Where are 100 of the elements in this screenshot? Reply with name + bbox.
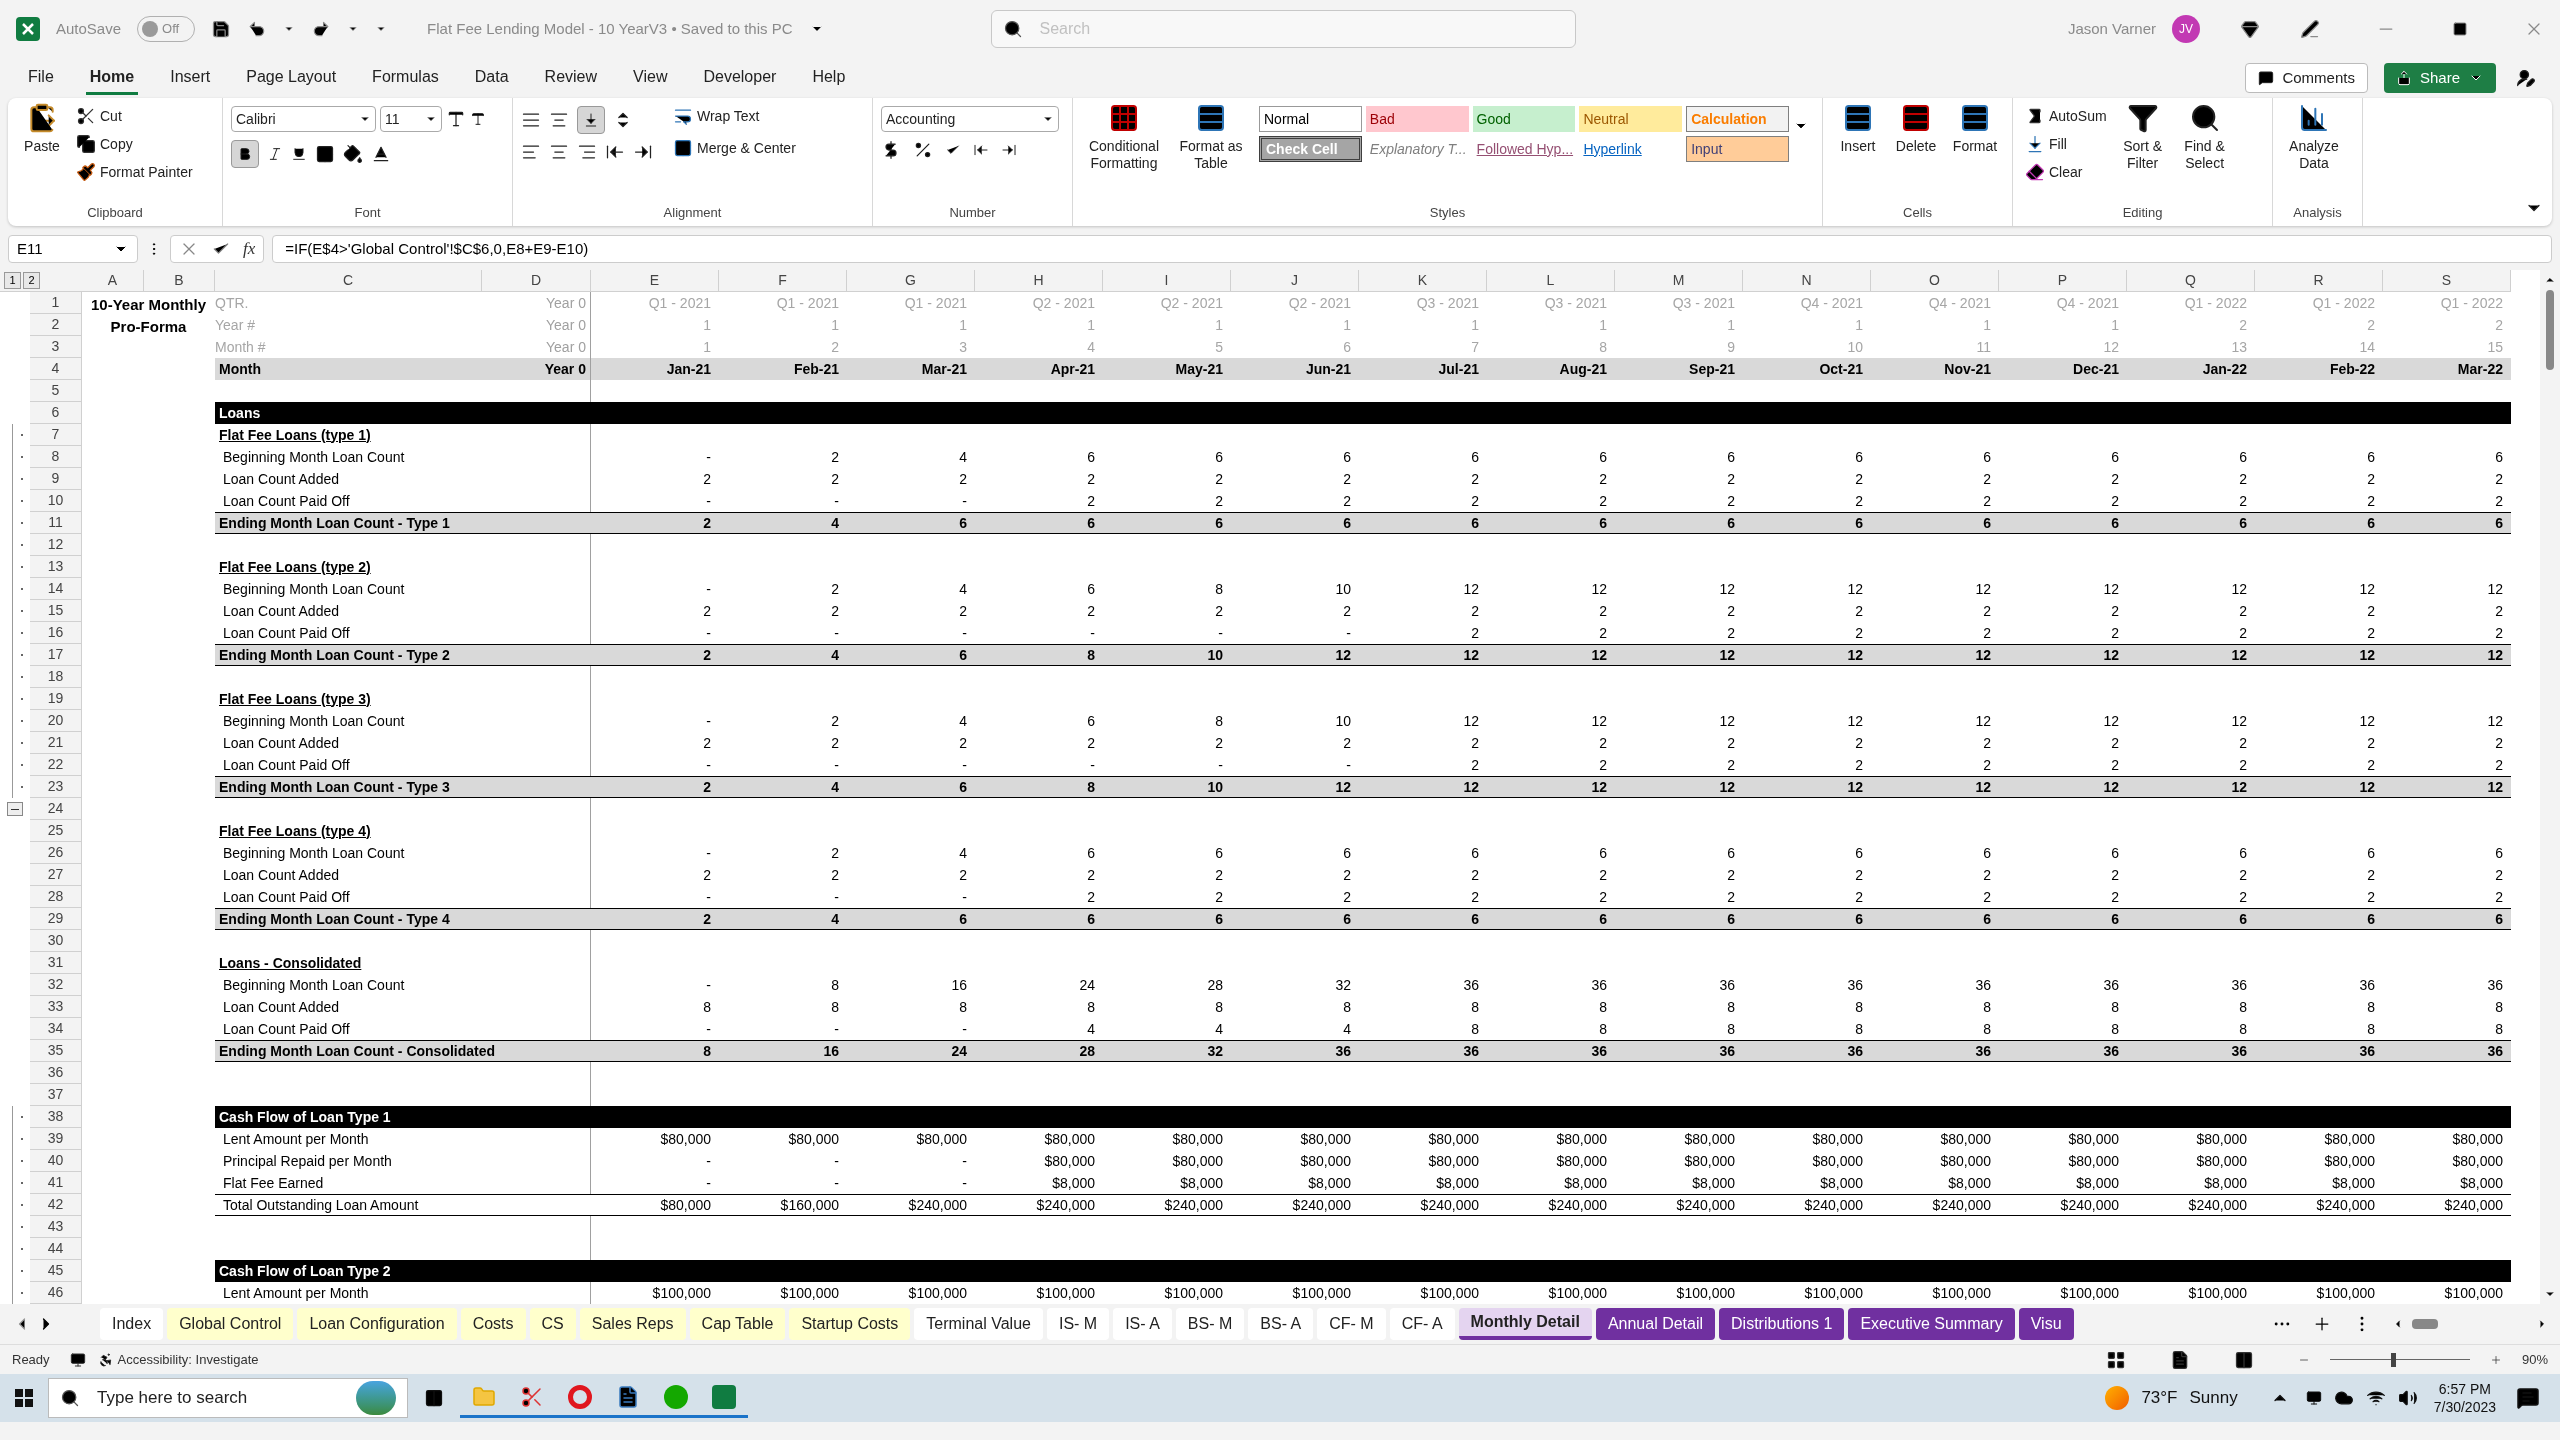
row-number[interactable]: 10	[30, 490, 82, 512]
taskbar-search-field[interactable]: Type here to search	[48, 1378, 408, 1418]
menu-tab[interactable]: Home	[85, 61, 139, 95]
column-letter[interactable]: K	[1359, 270, 1487, 292]
row-number[interactable]: 23	[30, 776, 82, 798]
row-number[interactable]: 8	[30, 446, 82, 468]
coauthor-icon[interactable]	[2516, 68, 2536, 88]
sheet-tab[interactable]: CS	[529, 1308, 576, 1340]
row-number[interactable]: 9	[30, 468, 82, 490]
row-number[interactable]: 14	[30, 578, 82, 600]
paste-button[interactable]: Paste	[16, 102, 68, 155]
row-number[interactable]: 15	[30, 600, 82, 622]
row-number[interactable]: 21	[30, 732, 82, 754]
row-number[interactable]: 36	[30, 1062, 82, 1084]
cell-style-option[interactable]: Normal	[1259, 106, 1362, 132]
sheet-tab[interactable]: BS- A	[1248, 1308, 1314, 1340]
percent-icon[interactable]	[913, 140, 933, 160]
row-number[interactable]: 38	[30, 1106, 82, 1128]
sheet-tab[interactable]: BS- M	[1175, 1308, 1245, 1340]
row-number[interactable]: 18	[30, 666, 82, 688]
sheet-tab[interactable]: IS- M	[1046, 1308, 1110, 1340]
weather-condition[interactable]: Sunny	[2189, 1385, 2238, 1411]
row-number[interactable]: 35	[30, 1040, 82, 1062]
row-number[interactable]: 28	[30, 886, 82, 908]
page-break-icon[interactable]	[2233, 1349, 2254, 1370]
spreadsheet-app-icon[interactable]	[712, 1384, 736, 1409]
format-button[interactable]: Format	[1947, 102, 2003, 155]
sheet-tab[interactable]: IS- A	[1113, 1308, 1172, 1340]
column-letter[interactable]: O	[1871, 270, 1999, 292]
italic-icon[interactable]	[267, 146, 283, 162]
sheet-tab[interactable]: Executive Summary	[1848, 1308, 2015, 1340]
cell-style-option[interactable]: Good	[1472, 106, 1576, 132]
row-number[interactable]: 5	[30, 380, 82, 402]
row-number[interactable]: 26	[30, 842, 82, 864]
windows-start-icon[interactable]	[15, 1389, 33, 1407]
comments-button[interactable]: Comments	[2245, 63, 2368, 93]
column-letter[interactable]: A	[82, 270, 144, 292]
column-letter[interactable]: F	[719, 270, 847, 292]
bold-button[interactable]	[231, 140, 259, 168]
clear-button[interactable]: Clear	[2021, 158, 2111, 186]
menu-tab[interactable]: Insert	[166, 61, 215, 95]
menu-tab[interactable]: Help	[808, 61, 850, 95]
increase-decimal-icon[interactable]	[973, 142, 989, 158]
row-number[interactable]: 46	[30, 1282, 82, 1304]
column-letter[interactable]: S	[2383, 270, 2511, 292]
row-number[interactable]: 40	[30, 1150, 82, 1172]
column-letter[interactable]: N	[1743, 270, 1871, 292]
row-number[interactable]: 17	[30, 644, 82, 666]
row-number[interactable]: 29	[30, 908, 82, 930]
zoom-slider-thumb[interactable]	[2390, 1352, 2396, 1367]
sheet-tab[interactable]: Terminal Value	[914, 1308, 1043, 1340]
cell-style-option[interactable]: Bad	[1365, 106, 1469, 132]
insert-button[interactable]: Insert	[1831, 102, 1885, 155]
sheet-tab[interactable]: Cap Table	[689, 1308, 786, 1340]
row-number[interactable]: 44	[30, 1238, 82, 1260]
zoom-slider[interactable]	[2329, 1352, 2470, 1367]
temperature[interactable]: 73°F	[2141, 1385, 2178, 1411]
row-number[interactable]: 37	[30, 1084, 82, 1106]
row-number[interactable]: 33	[30, 996, 82, 1018]
column-letter[interactable]: E	[591, 270, 719, 292]
column-letter[interactable]: L	[1487, 270, 1615, 292]
analyze-data-button[interactable]: Analyze Data	[2281, 102, 2347, 172]
font-color-icon[interactable]	[371, 144, 391, 164]
row-number[interactable]: 1	[30, 292, 82, 314]
menu-tab[interactable]: Page Layout	[242, 61, 341, 95]
row-number[interactable]: 19	[30, 688, 82, 710]
volume-icon[interactable]	[2397, 1388, 2418, 1408]
decrease-font-icon[interactable]	[470, 111, 486, 127]
restore-icon[interactable]	[2452, 21, 2468, 37]
browser-icon[interactable]	[568, 1384, 592, 1409]
font-name-dropdown[interactable]: Calibri	[231, 106, 376, 132]
sheet-tab[interactable]: CF- A	[1389, 1308, 1455, 1340]
row-number[interactable]: 45	[30, 1260, 82, 1282]
share-button[interactable]: Share	[2383, 63, 2496, 93]
column-letter[interactable]: J	[1231, 270, 1359, 292]
sheet-tab[interactable]: Distributions 1	[1719, 1308, 1845, 1340]
sheet-tab[interactable]: Index	[100, 1308, 164, 1340]
autosum-button[interactable]: AutoSum	[2021, 102, 2111, 130]
row-number[interactable]: 30	[30, 930, 82, 952]
wrap-text-button[interactable]: Wrap Text	[669, 102, 800, 130]
task-view-icon[interactable]	[424, 1388, 444, 1408]
row-number[interactable]: 11	[30, 512, 82, 534]
row-number[interactable]: 25	[30, 820, 82, 842]
sheet-tab[interactable]: Startup Costs	[789, 1308, 911, 1340]
formula-input[interactable]: =IF(E$4>'Global Control'!$C$6,0,E8+E9-E10)	[272, 235, 2552, 263]
cell-style-option[interactable]: Input	[1686, 136, 1789, 162]
row-number[interactable]: 31	[30, 952, 82, 974]
row-number[interactable]: 42	[30, 1194, 82, 1216]
sort-filter-button[interactable]: Sort & Filter	[2114, 102, 2171, 172]
collapse-group-icon[interactable]	[7, 802, 23, 816]
delete-button[interactable]: Delete	[1889, 102, 1943, 155]
row-number[interactable]: 39	[30, 1128, 82, 1150]
number-format-dropdown[interactable]: Accounting	[881, 106, 1059, 132]
cell-style-option[interactable]: Explanatory T...	[1365, 136, 1469, 162]
accessibility-status[interactable]: Accessibility: Investigate	[97, 1349, 259, 1370]
increase-font-icon[interactable]	[446, 109, 466, 129]
bottom-align-button[interactable]	[577, 106, 605, 134]
row-number[interactable]: 34	[30, 1018, 82, 1040]
row-number[interactable]: 2	[30, 314, 82, 336]
font-size-dropdown[interactable]: 11	[380, 106, 442, 132]
